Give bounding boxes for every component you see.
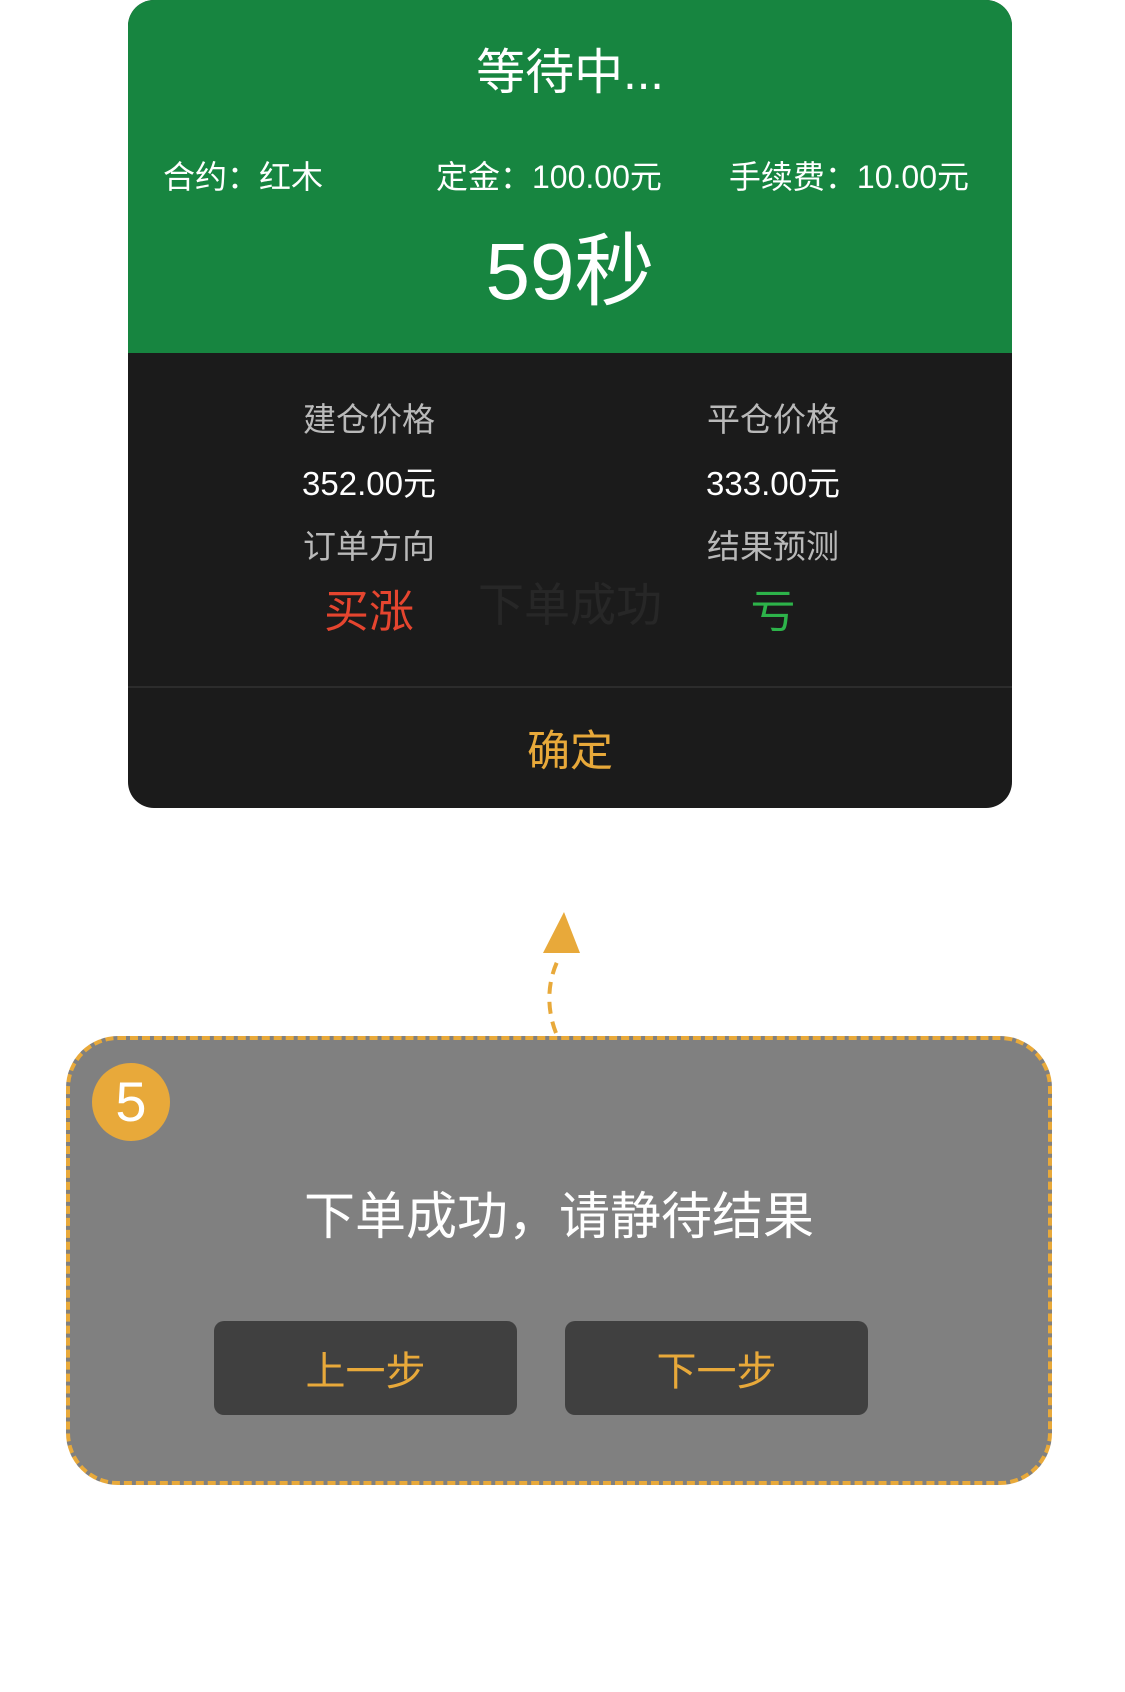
close-price-label: 平仓价格 (707, 401, 839, 438)
close-price-value: 333.00元 (706, 465, 840, 502)
open-price-value: 352.00元 (302, 465, 436, 502)
direction-value: 买涨 (323, 586, 414, 637)
open-price-label: 建仓价格 (303, 401, 435, 438)
guide-message: 下单成功，请静待结果 (303, 1188, 814, 1245)
deposit-info: 定金：100.00元 (436, 159, 662, 195)
dialog-title: 等待中... (476, 46, 664, 100)
step-badge: 5 (92, 1063, 170, 1141)
arrow-head (543, 912, 580, 953)
contract-info: 合约：红木 (163, 159, 324, 195)
arrow-up-icon (543, 912, 580, 1034)
arrow-shaft (547, 955, 562, 1034)
dialog-body: 下单成功 建仓价格 352.00元 订单方向 买涨 平仓价格 333.00元 结… (128, 353, 1012, 808)
prev-step-button[interactable]: 上一步 (214, 1321, 517, 1415)
direction-label: 订单方向 (303, 528, 435, 565)
dialog-header: 等待中... 合约：红木 定金：100.00元 手续费：10.00元 59秒 (128, 0, 1012, 353)
guide-box: 5 下单成功，请静待结果 上一步 下一步 (66, 1036, 1052, 1485)
next-step-button[interactable]: 下一步 (565, 1321, 868, 1415)
fee-info: 手续费：10.00元 (728, 159, 969, 195)
prediction-label: 结果预测 (707, 528, 839, 565)
order-result-dialog: 等待中... 合约：红木 定金：100.00元 手续费：10.00元 59秒 下… (128, 0, 1012, 808)
page: 等待中... 合约：红木 定金：100.00元 手续费：10.00元 59秒 下… (0, 0, 1125, 1692)
confirm-button[interactable]: 确定 (128, 688, 1012, 808)
countdown-timer: 59秒 (485, 227, 655, 316)
prediction-value: 亏 (750, 586, 796, 637)
